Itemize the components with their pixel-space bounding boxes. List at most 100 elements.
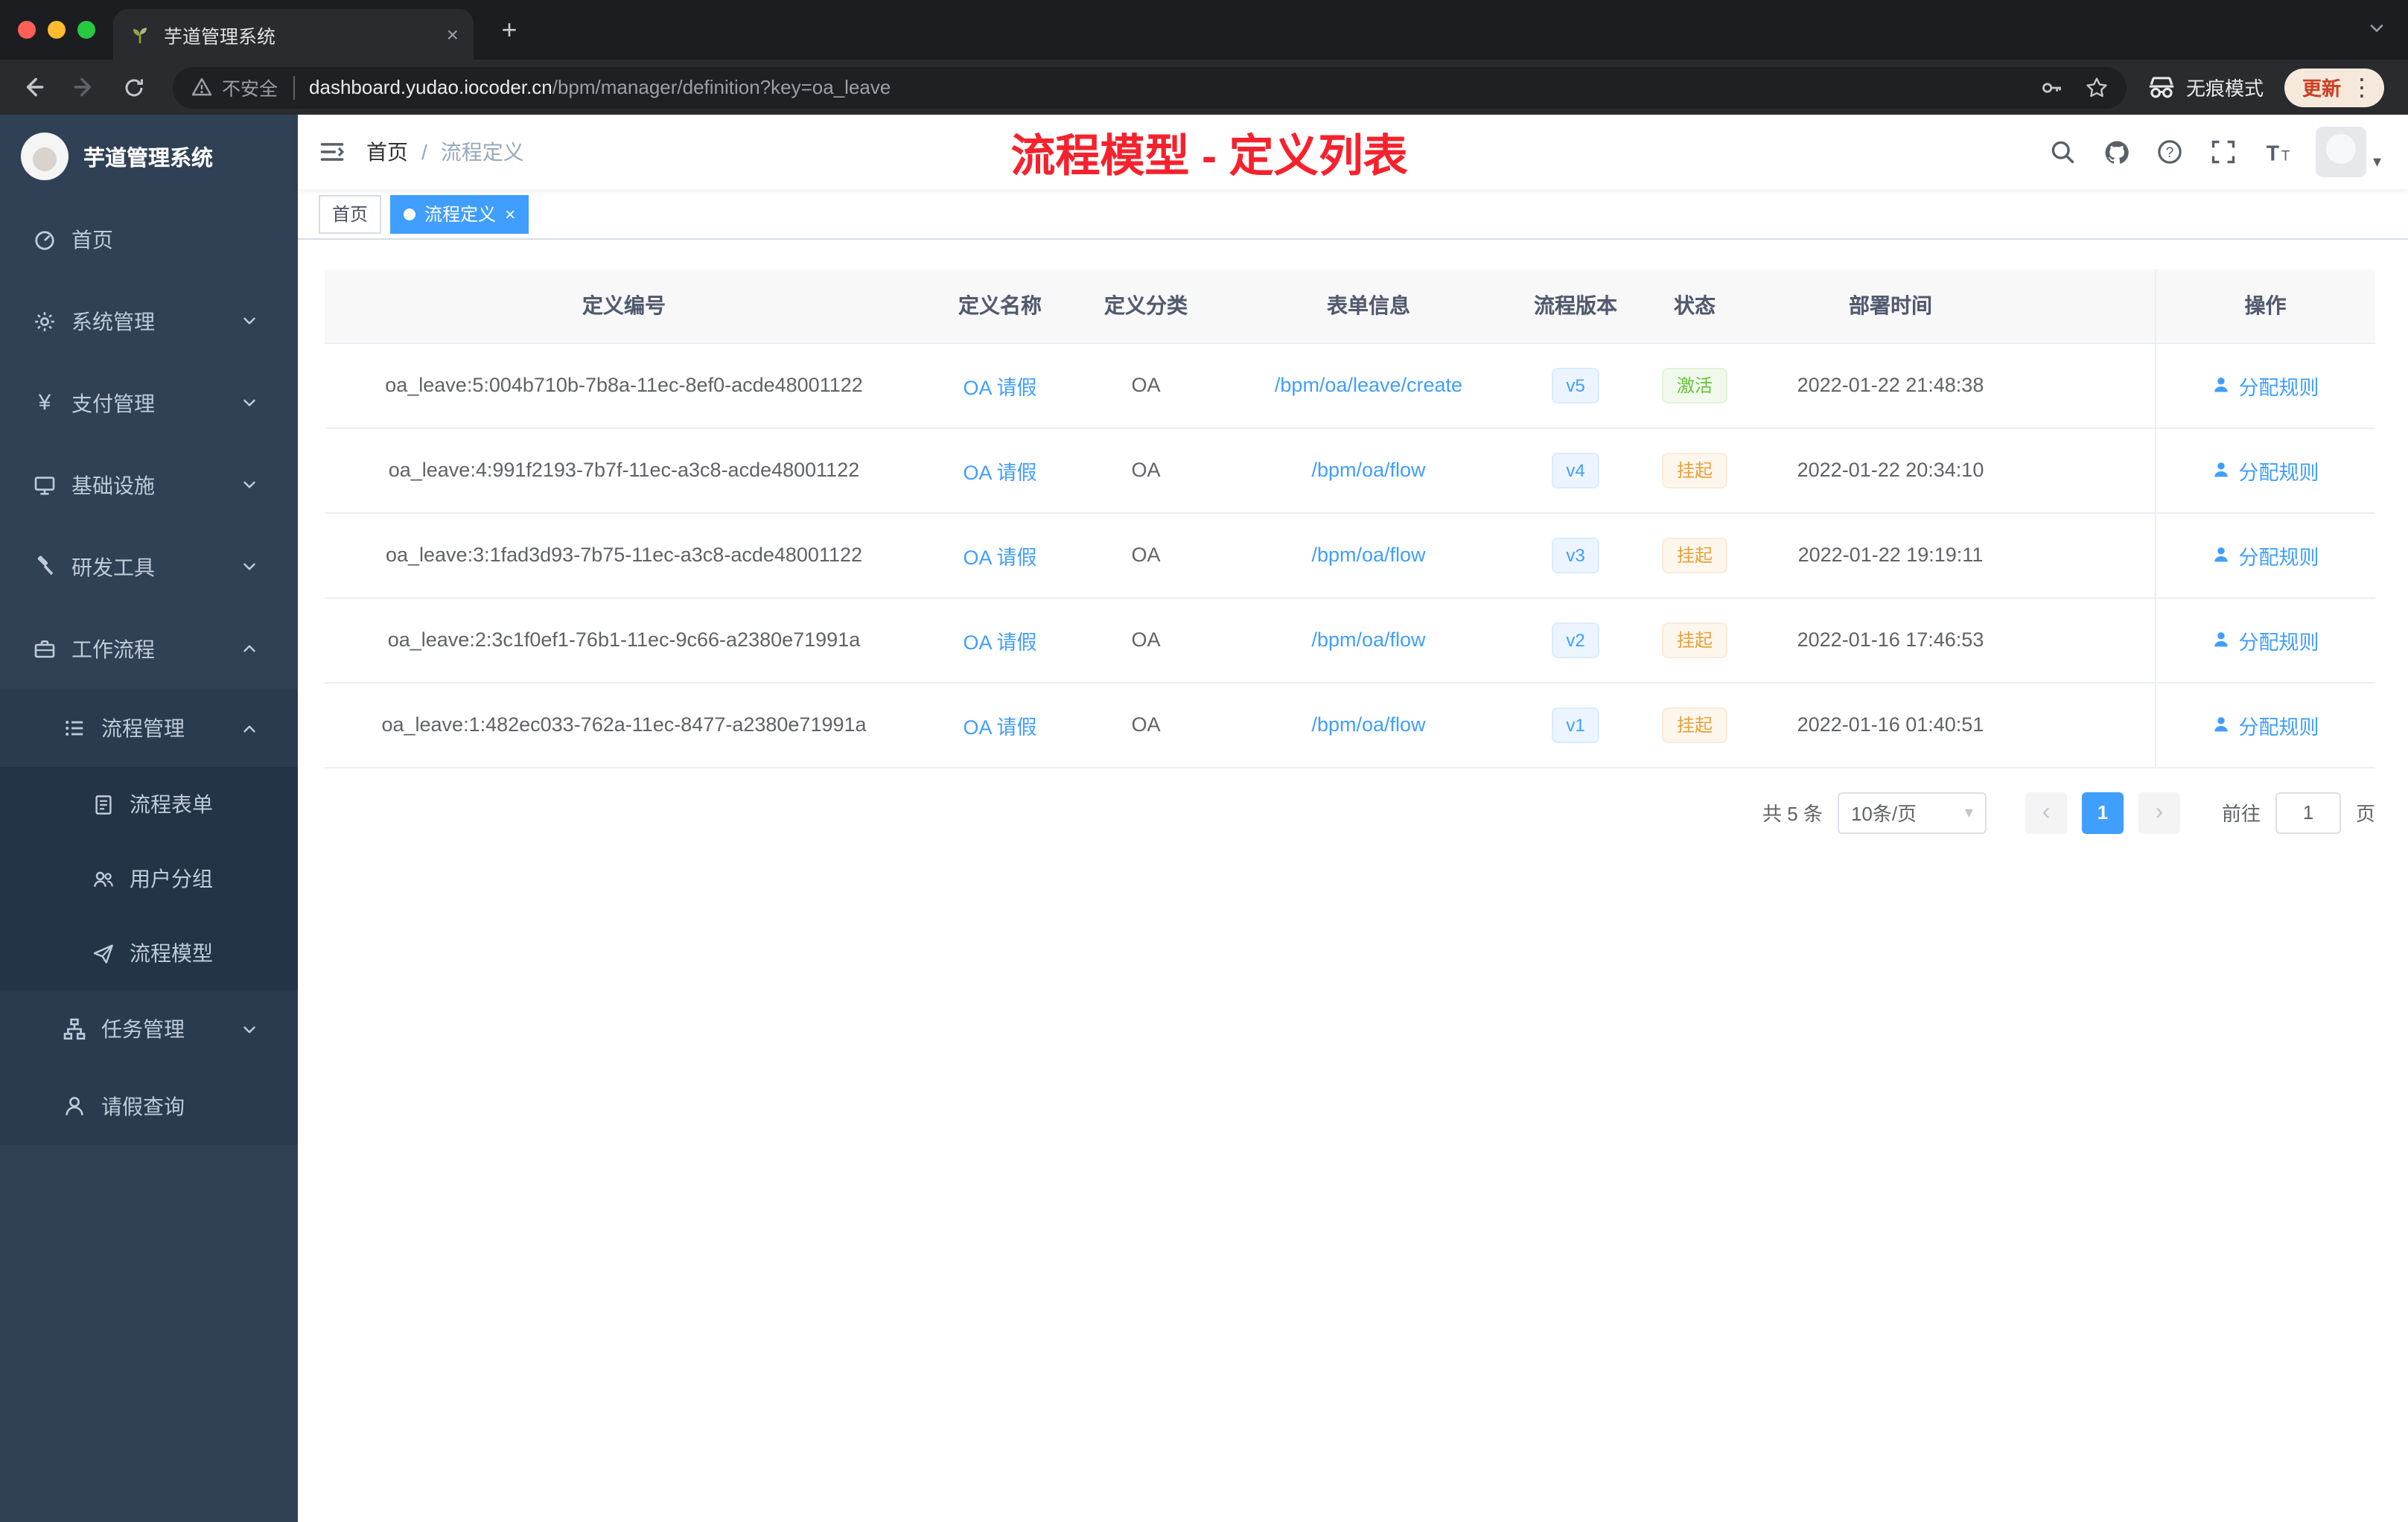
- col-deploy-time: 部署时间: [1760, 270, 2021, 343]
- version-badge: v5: [1551, 367, 1600, 403]
- update-label: 更新: [2302, 77, 2341, 100]
- chevron-up-icon: [240, 639, 259, 658]
- version-badge: v2: [1551, 622, 1600, 657]
- sidebar-item-label: 用户分组: [130, 867, 213, 891]
- cell-definition-id: oa_leave:1:482ec033-762a-11ec-8477-a2380…: [325, 682, 923, 768]
- definition-name-link[interactable]: OA 请假: [963, 716, 1036, 738]
- pagination-bar: 共 5 条 10条/页 ▾ ‹ 1 › 前往 页: [325, 792, 2375, 833]
- form-info-link[interactable]: /bpm/oa/flow: [1311, 459, 1425, 481]
- browser-tab[interactable]: 芋道管理系统 ×: [113, 9, 474, 60]
- table-row: oa_leave:5:004b710b-7b8a-11ec-8ef0-acde4…: [325, 343, 2375, 428]
- assign-rule-link[interactable]: 分配规则: [2212, 625, 2319, 655]
- logo-title: 芋道管理系统: [83, 147, 213, 171]
- chevron-down-icon: [240, 311, 259, 331]
- font-size-icon[interactable]: [2263, 137, 2293, 167]
- sidebar-item-dev-tools[interactable]: 研发工具: [0, 526, 298, 608]
- leave-query-icon: [63, 1095, 86, 1118]
- cell-filler: [2021, 597, 2155, 683]
- sidebar-item-payment-management[interactable]: ¥ 支付管理: [0, 362, 298, 444]
- cell-definition-id: oa_leave:2:3c1f0ef1-76b1-11ec-9c66-a2380…: [325, 597, 923, 683]
- assign-rule-link[interactable]: 分配规则: [2212, 455, 2319, 485]
- sidebar-item-infrastructure[interactable]: 基础设施: [0, 444, 298, 526]
- close-window-button[interactable]: [18, 21, 36, 39]
- definition-name-link[interactable]: OA 请假: [963, 461, 1036, 483]
- assign-rule-link[interactable]: 分配规则: [2212, 370, 2319, 400]
- assign-rule-link[interactable]: 分配规则: [2212, 710, 2319, 739]
- sidebar-item-process-management[interactable]: 流程管理: [0, 690, 298, 767]
- table-row: oa_leave:2:3c1f0ef1-76b1-11ec-9c66-a2380…: [325, 597, 2375, 683]
- cell-filler: [2021, 682, 2155, 768]
- form-info-link[interactable]: /bpm/oa/flow: [1311, 628, 1425, 651]
- back-button[interactable]: [15, 69, 51, 105]
- tag-process-definition[interactable]: 流程定义 ×: [390, 194, 529, 233]
- sidebar-item-label: 请假查询: [101, 1095, 185, 1118]
- form-info-link[interactable]: /bpm/oa/leave/create: [1275, 374, 1462, 396]
- sidebar-item-process-form[interactable]: 流程表单: [0, 767, 298, 841]
- fullscreen-icon[interactable]: [2209, 137, 2239, 167]
- forward-button[interactable]: [66, 69, 101, 105]
- help-icon[interactable]: [2156, 137, 2185, 167]
- sidebar-item-task-management[interactable]: 任务管理: [0, 990, 298, 1068]
- caret-down-icon: ▾: [2372, 153, 2381, 171]
- maximize-window-button[interactable]: [77, 21, 95, 39]
- goto-page-input[interactable]: [2275, 792, 2341, 833]
- sidebar-item-leave-query[interactable]: 请假查询: [0, 1068, 298, 1145]
- pager-next-button[interactable]: ›: [2138, 792, 2180, 833]
- sidebar-item-system-management[interactable]: 系统管理: [0, 280, 298, 362]
- sidebar-item-label: 基础设施: [71, 473, 155, 497]
- sidebar-item-label: 支付管理: [71, 391, 155, 415]
- sidebar-item-label: 研发工具: [71, 555, 155, 579]
- tag-label: 流程定义: [424, 204, 497, 225]
- yen-icon: ¥: [38, 390, 51, 415]
- dev-tools-icon: [33, 555, 57, 579]
- app-navbar: 首页 / 流程定义 流程模型 - 定义列表 ▾: [298, 115, 2408, 189]
- security-label[interactable]: 不安全: [222, 73, 278, 101]
- tab-search-chevron-icon[interactable]: [2366, 18, 2387, 39]
- pager-prev-button[interactable]: ‹: [2025, 792, 2067, 833]
- definition-name-link[interactable]: OA 请假: [963, 376, 1036, 398]
- status-badge: 挂起: [1661, 707, 1727, 742]
- reload-button[interactable]: [116, 69, 152, 105]
- breadcrumb-home[interactable]: 首页: [366, 137, 408, 167]
- sidebar-logo[interactable]: 芋道管理系统: [0, 115, 298, 198]
- minimize-window-button[interactable]: [48, 21, 66, 39]
- site-favicon: [128, 22, 152, 46]
- assign-rule-link[interactable]: 分配规则: [2212, 540, 2319, 570]
- url-bar[interactable]: 不安全 dashboard.yudao.iocoder.cn /bpm/mana…: [173, 66, 2127, 108]
- sidebar-item-process-model[interactable]: 流程模型: [0, 916, 298, 990]
- browser-toolbar: 不安全 dashboard.yudao.iocoder.cn /bpm/mana…: [0, 60, 2408, 115]
- browser-menu-dots-icon[interactable]: ⋮: [2350, 72, 2374, 102]
- cell-definition-id: oa_leave:5:004b710b-7b8a-11ec-8ef0-acde4…: [325, 343, 923, 428]
- sidebar-item-user-group[interactable]: 用户分组: [0, 841, 298, 916]
- version-badge: v3: [1551, 537, 1600, 573]
- tab-close-icon[interactable]: ×: [447, 24, 459, 45]
- pager-page-button[interactable]: 1: [2081, 792, 2124, 833]
- new-tab-button[interactable]: +: [491, 12, 527, 48]
- form-info-link[interactable]: /bpm/oa/flow: [1311, 544, 1425, 566]
- user-avatar-menu[interactable]: ▾: [2316, 127, 2381, 177]
- sidebar-item-workflow[interactable]: 工作流程: [0, 608, 298, 690]
- tag-home[interactable]: 首页: [319, 194, 382, 233]
- bookmark-star-icon[interactable]: [2085, 75, 2109, 99]
- avatar: [2316, 127, 2367, 177]
- github-icon[interactable]: [2102, 137, 2132, 167]
- chevron-down-icon: [240, 1019, 259, 1039]
- sidebar-item-label: 系统管理: [71, 309, 155, 333]
- sidebar-item-label: 首页: [71, 227, 113, 251]
- sidebar-item-home[interactable]: 首页: [0, 198, 298, 280]
- page-size-select[interactable]: 10条/页 ▾: [1837, 792, 1987, 833]
- form-info-link[interactable]: /bpm/oa/flow: [1311, 713, 1425, 736]
- annotation-overlay: 流程模型 - 定义列表: [1010, 133, 1408, 182]
- definition-name-link[interactable]: OA 请假: [963, 546, 1036, 568]
- search-icon[interactable]: [2048, 137, 2078, 167]
- table-row: oa_leave:4:991f2193-7b7f-11ec-a3c8-acde4…: [325, 427, 2375, 513]
- chrome-update-button[interactable]: 更新 ⋮: [2284, 68, 2384, 106]
- active-dot-icon: [404, 208, 416, 220]
- definition-name-link[interactable]: OA 请假: [963, 631, 1036, 653]
- process-form-icon: [92, 793, 115, 815]
- sidebar-item-label: 任务管理: [101, 1017, 185, 1041]
- tag-close-icon[interactable]: ×: [505, 205, 515, 223]
- cell-deploy-time: 2022-01-16 17:46:53: [1760, 597, 2021, 683]
- password-key-icon[interactable]: [2040, 75, 2064, 99]
- sidebar-toggle-button[interactable]: [298, 115, 366, 189]
